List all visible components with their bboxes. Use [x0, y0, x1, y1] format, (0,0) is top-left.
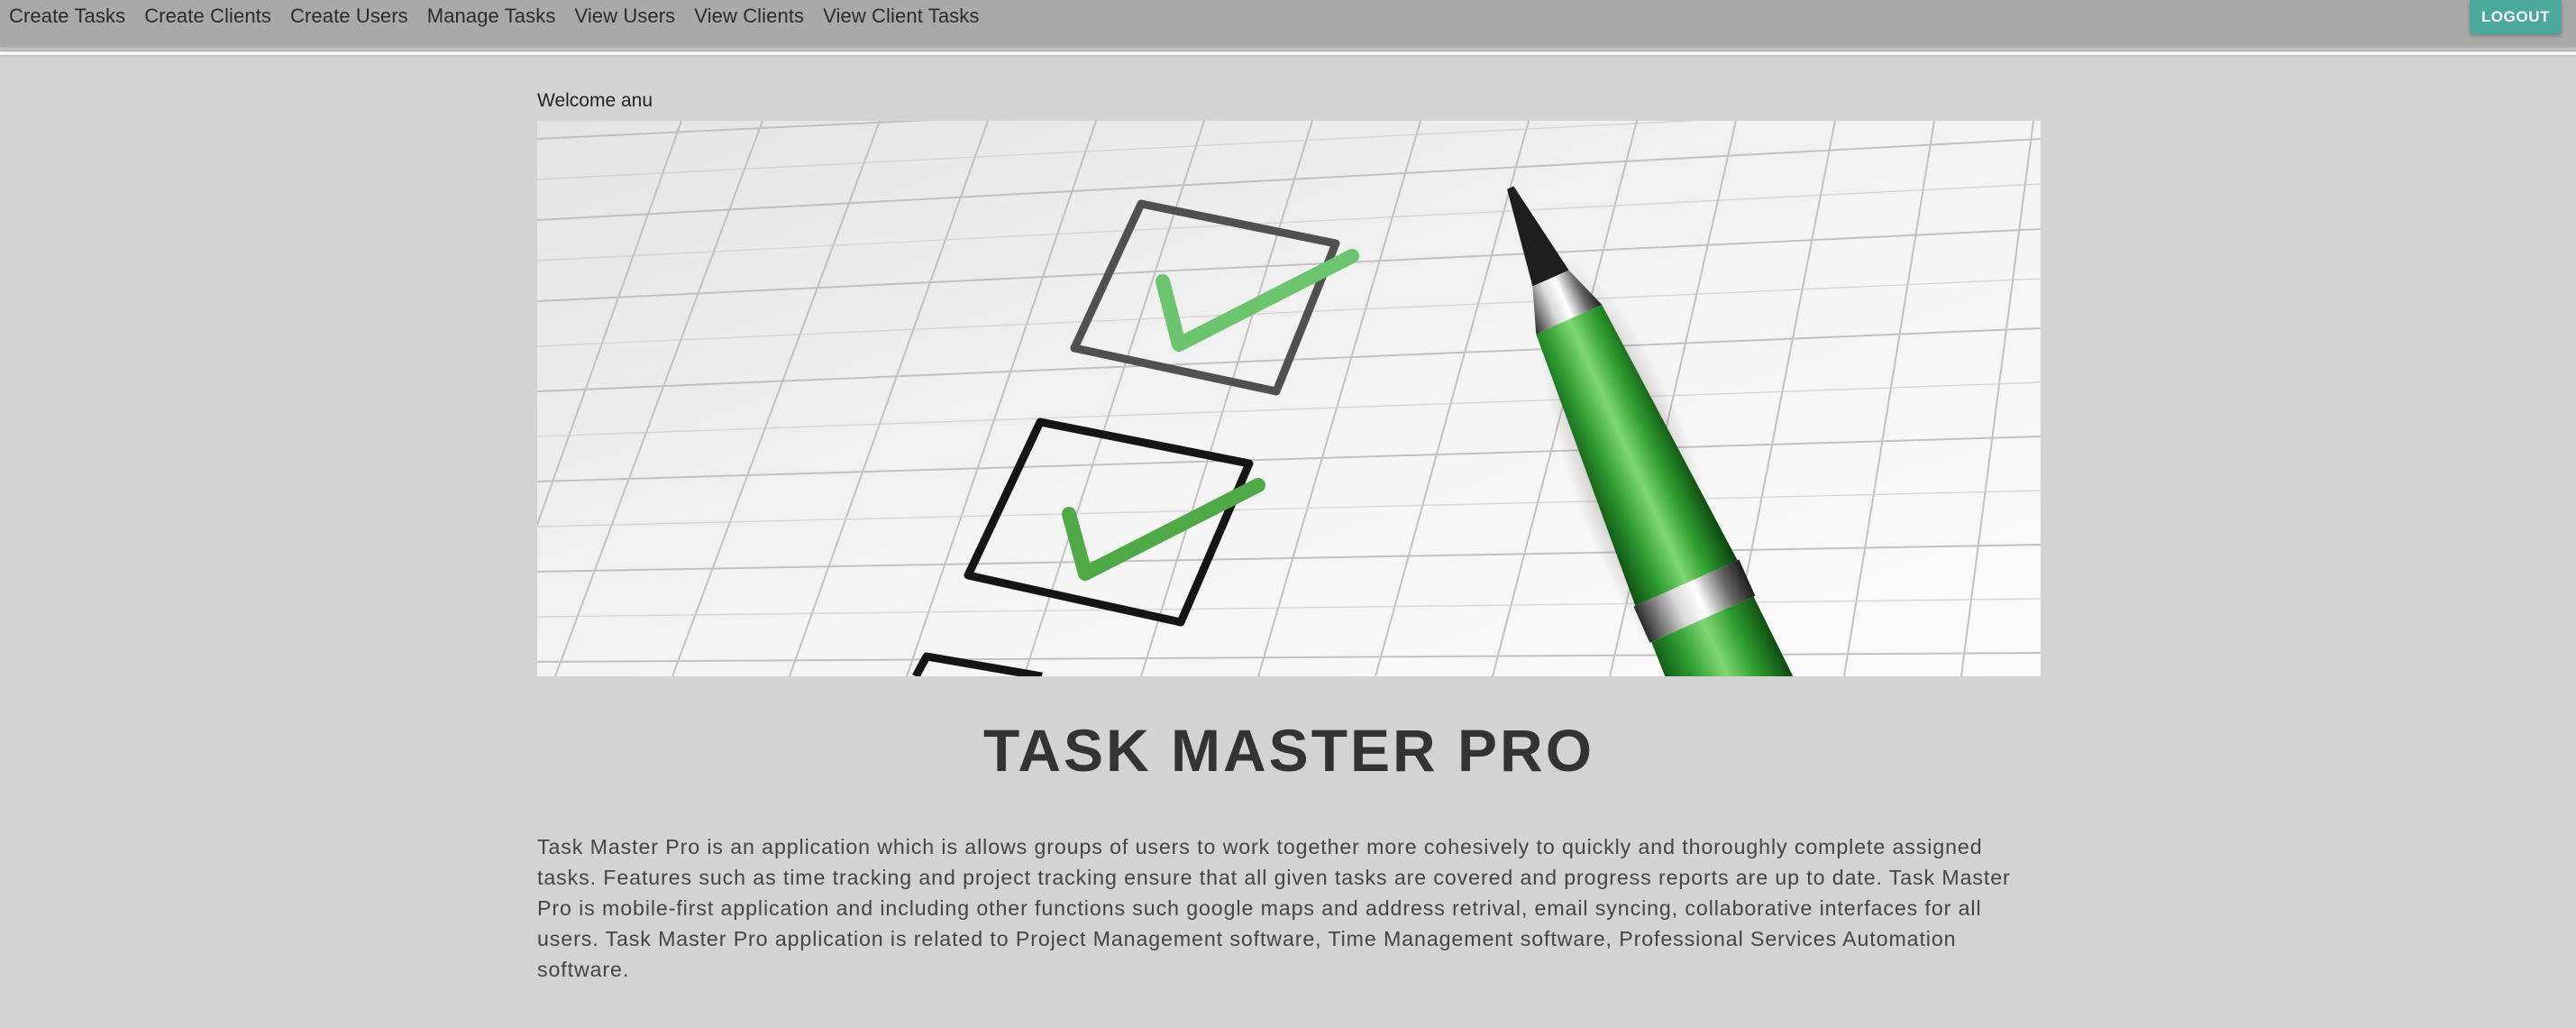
nav-link-view-users[interactable]: View Users: [574, 5, 675, 28]
welcome-message: Welcome anu: [537, 90, 653, 111]
nav-link-create-users[interactable]: Create Users: [290, 5, 408, 28]
hero-image: [537, 121, 2041, 676]
checklist-illustration: [537, 121, 2041, 676]
navbar-divider: [0, 50, 2576, 55]
logout-button[interactable]: LOGOUT: [2470, 0, 2562, 34]
paper-background: [537, 121, 2041, 676]
nav-link-manage-tasks[interactable]: Manage Tasks: [427, 5, 556, 28]
app-description: Task Master Pro is an application which …: [537, 835, 2011, 981]
page-title: TASK MASTER PRO: [982, 717, 1595, 784]
nav-links: Create Tasks Create Clients Create Users…: [9, 0, 979, 32]
nav-link-create-tasks[interactable]: Create Tasks: [9, 5, 125, 28]
nav-link-view-clients[interactable]: View Clients: [694, 5, 804, 28]
nav-link-create-clients[interactable]: Create Clients: [144, 5, 271, 28]
top-navbar: Create Tasks Create Clients Create Users…: [0, 0, 2576, 47]
nav-link-view-client-tasks[interactable]: View Client Tasks: [823, 5, 979, 28]
